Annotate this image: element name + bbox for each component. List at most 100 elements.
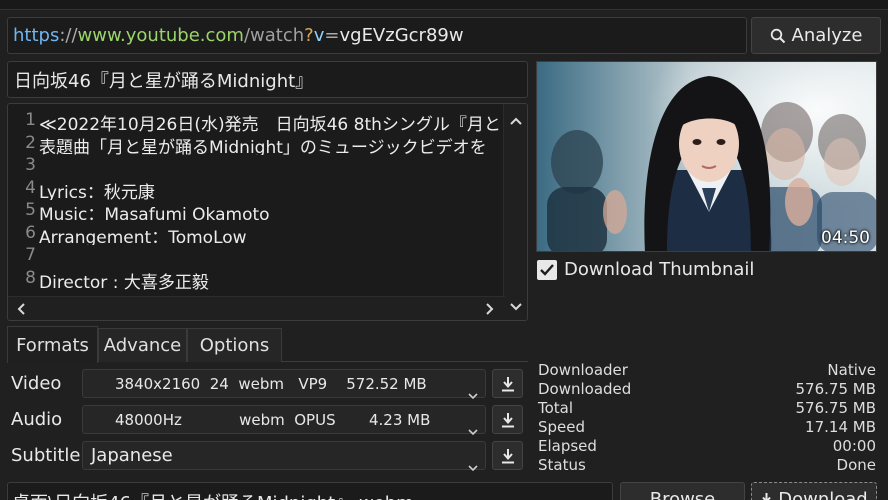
- video-title-text: 日向坂46『月と星が踊るMidnight』: [14, 70, 314, 92]
- stat-value: 17.14 MB: [805, 418, 876, 436]
- line-text: ≪2022年10月26日(水)発売 日向坂46 8thシングル『月と: [39, 115, 501, 133]
- url-query-mark: ?: [304, 25, 314, 46]
- url-equals: =: [324, 25, 340, 46]
- subtitle-label: Subtitle: [11, 445, 81, 466]
- description-line: 8 Director : 大喜多正毅: [8, 268, 505, 291]
- description-line: 5 Music：Masafumi Okamoto: [8, 200, 505, 223]
- line-number: 2: [25, 132, 36, 153]
- url-param-value: vgEVzGcr89w: [339, 25, 464, 46]
- download-subtitle-button[interactable]: [492, 441, 523, 470]
- scroll-down-icon[interactable]: [510, 300, 522, 314]
- download-icon: [501, 448, 514, 463]
- analyze-button[interactable]: Analyze: [751, 17, 881, 54]
- scroll-right-icon[interactable]: [486, 303, 494, 318]
- thumbnail-image: [537, 62, 876, 251]
- scroll-left-icon[interactable]: [17, 303, 25, 318]
- download-icon: [762, 493, 772, 500]
- window-top-strip: [0, 0, 888, 10]
- stat-row: Status Done: [538, 456, 876, 475]
- browse-label: Browse: [649, 489, 716, 500]
- video-format-select[interactable]: 3840x2160 24 webm VP9 572.52 MB: [82, 369, 486, 400]
- vertical-scrollbar[interactable]: [503, 104, 527, 320]
- description-line: 1 ≪2022年10月26日(水)発売 日向坂46 8thシングル『月と: [8, 110, 505, 133]
- line-text: Arrangement：TomoLow: [39, 227, 247, 246]
- tab-formats[interactable]: Formats: [7, 326, 98, 363]
- tab-formats-label: Formats: [16, 334, 89, 356]
- stat-label: Downloader: [538, 361, 628, 379]
- description-line: 2 表題曲「月と星が踊るMidnight」のミュージックビデオを: [8, 133, 505, 156]
- url-input[interactable]: https://www.youtube.com/watch? v = vgEVzGcr…: [7, 17, 747, 54]
- video-title-field[interactable]: 日向坂46『月と星が踊るMidnight』: [7, 61, 528, 98]
- browse-button[interactable]: Browse: [620, 482, 745, 500]
- line-text: Music：Masafumi Okamoto: [39, 205, 270, 223]
- tab-options-label: Options: [199, 335, 270, 356]
- line-number: 5: [25, 200, 36, 220]
- stat-label: Downloaded: [538, 380, 632, 398]
- audio-format-value: 48000Hz webm OPUS 4.23 MB: [115, 410, 431, 429]
- tab-options[interactable]: Options: [187, 328, 282, 362]
- url-scheme: https: [13, 25, 60, 46]
- line-number: 3: [25, 155, 36, 175]
- description-editor[interactable]: 1 ≪2022年10月26日(水)発売 日向坂46 8thシングル『月と 2 表題曲「…: [7, 103, 528, 321]
- description-line: 4 Lyrics：秋元康: [8, 178, 505, 201]
- scroll-up-icon[interactable]: [510, 114, 522, 128]
- save-path-field[interactable]: 桌面\日向坂46『月と星が踊るMidnight』.webm: [7, 482, 613, 500]
- line-text: Lyrics：秋元康: [39, 182, 155, 201]
- download-icon: [501, 376, 514, 391]
- url-host: www.youtube.com: [77, 25, 244, 46]
- download-icon: [501, 412, 514, 427]
- subtitle-select[interactable]: Japanese: [82, 441, 486, 472]
- analyze-label: Analyze: [791, 25, 863, 46]
- line-number: 6: [25, 222, 36, 243]
- stat-row: Downloaded 576.75 MB: [538, 380, 876, 399]
- description-line: 3: [8, 155, 505, 178]
- stat-label: Speed: [538, 418, 586, 436]
- video-label: Video: [11, 373, 62, 394]
- stat-label: Total: [538, 399, 574, 417]
- download-button[interactable]: Download: [751, 482, 877, 500]
- line-number: 7: [25, 245, 36, 265]
- stat-value: Native: [827, 361, 876, 379]
- save-path-text: 桌面\日向坂46『月と星が踊るMidnight』.webm: [12, 489, 414, 500]
- video-duration: 04:50: [821, 228, 870, 248]
- download-audio-button[interactable]: [492, 405, 523, 434]
- download-label: Download: [778, 489, 868, 500]
- line-number: 4: [25, 177, 36, 198]
- stat-row: Elapsed 00:00: [538, 437, 876, 456]
- download-stats: Downloader Native Downloaded 576.75 MB Total…: [538, 361, 876, 475]
- line-number: 1: [25, 110, 36, 130]
- subtitle-value: Japanese: [91, 445, 173, 466]
- url-separator: ://: [59, 25, 78, 46]
- url-path: /watch: [243, 25, 305, 46]
- download-thumbnail-checkbox[interactable]: Download Thumbnail: [537, 259, 754, 280]
- stat-label: Elapsed: [538, 437, 597, 455]
- download-thumbnail-label: Download Thumbnail: [564, 259, 755, 280]
- download-video-button[interactable]: [492, 369, 523, 398]
- line-text: 表題曲「月と星が踊るMidnight」のミュージックビデオを: [39, 137, 487, 156]
- tab-bar: Formats Advance Options: [7, 326, 528, 363]
- stat-label: Status: [538, 456, 586, 474]
- url-param-key: v: [313, 25, 325, 46]
- video-format-value: 3840x2160 24 webm VP9 572.52 MB: [115, 374, 427, 393]
- audio-label: Audio: [11, 409, 63, 430]
- stat-row: Downloader Native: [538, 361, 876, 380]
- line-text: [38, 155, 39, 178]
- line-text: [38, 245, 39, 268]
- stat-value: 576.75 MB: [795, 380, 877, 398]
- stat-row: Speed 17.14 MB: [538, 418, 876, 437]
- line-number: 8: [25, 267, 36, 288]
- stat-row: Total 576.75 MB: [538, 399, 876, 418]
- audio-format-select[interactable]: 48000Hz webm OPUS 4.23 MB: [82, 405, 486, 436]
- description-line: 7: [8, 245, 505, 268]
- video-thumbnail: 04:50: [536, 61, 877, 252]
- formats-panel: Video 3840x2160 24 webm VP9 572.52 MB Au…: [7, 362, 528, 474]
- tab-advance-label: Advance: [103, 335, 182, 356]
- stat-value: 576.75 MB: [795, 399, 877, 417]
- horizontal-scrollbar[interactable]: [8, 296, 505, 320]
- stat-value: Done: [836, 456, 876, 474]
- check-icon[interactable]: [537, 259, 557, 280]
- tab-advance[interactable]: Advance: [98, 328, 187, 362]
- description-line: 6 Arrangement：TomoLow: [8, 223, 505, 246]
- line-text: Director : 大喜多正毅: [39, 272, 209, 291]
- search-icon: [770, 28, 785, 43]
